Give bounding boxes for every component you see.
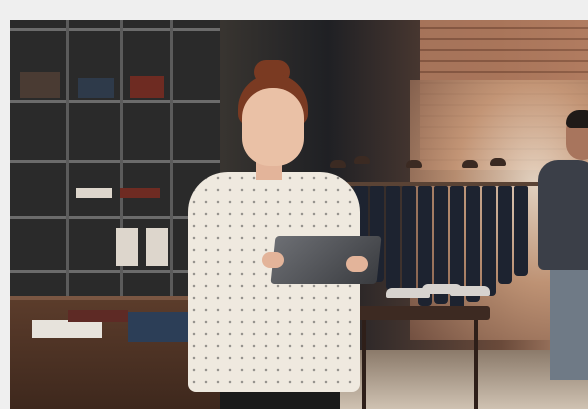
hanging-garment (466, 186, 480, 302)
sneaker-display (450, 286, 490, 296)
shelf (10, 160, 220, 163)
shoe-on-shelf (330, 160, 346, 168)
shoe-on-shelf (354, 156, 370, 164)
mannequin-bust (146, 228, 168, 266)
store-photo (10, 20, 588, 409)
shelf-post (66, 20, 69, 320)
shelf-post (120, 20, 123, 320)
shelf-post (170, 20, 173, 320)
mannequin-bust (116, 228, 138, 266)
table-leg (474, 320, 478, 409)
side-table (350, 306, 490, 320)
man-legs (550, 270, 588, 380)
shoe-on-shelf (462, 160, 478, 168)
shoe-on-shelf (490, 158, 506, 166)
shelf-item (78, 78, 114, 98)
shelf-item (76, 188, 112, 198)
left-hand (262, 252, 284, 268)
woman-face (242, 88, 304, 166)
shoe-on-shelf (406, 160, 422, 168)
man-figure (538, 160, 588, 270)
hanging-garment (386, 186, 400, 290)
hanging-garment (402, 186, 416, 298)
shelf-item (20, 72, 60, 98)
right-hand (346, 256, 368, 272)
hanging-garment (482, 186, 496, 296)
table-leg (362, 320, 366, 409)
shelf-item (120, 188, 160, 198)
folded-clothes (68, 310, 128, 322)
man-hair (566, 110, 588, 128)
shelf (10, 28, 220, 31)
shelf (10, 100, 220, 103)
hanging-garment (498, 186, 512, 284)
hanging-garment (514, 186, 528, 276)
image-frame (0, 0, 588, 409)
shelf-item (130, 76, 164, 98)
folded-clothes (32, 320, 102, 338)
